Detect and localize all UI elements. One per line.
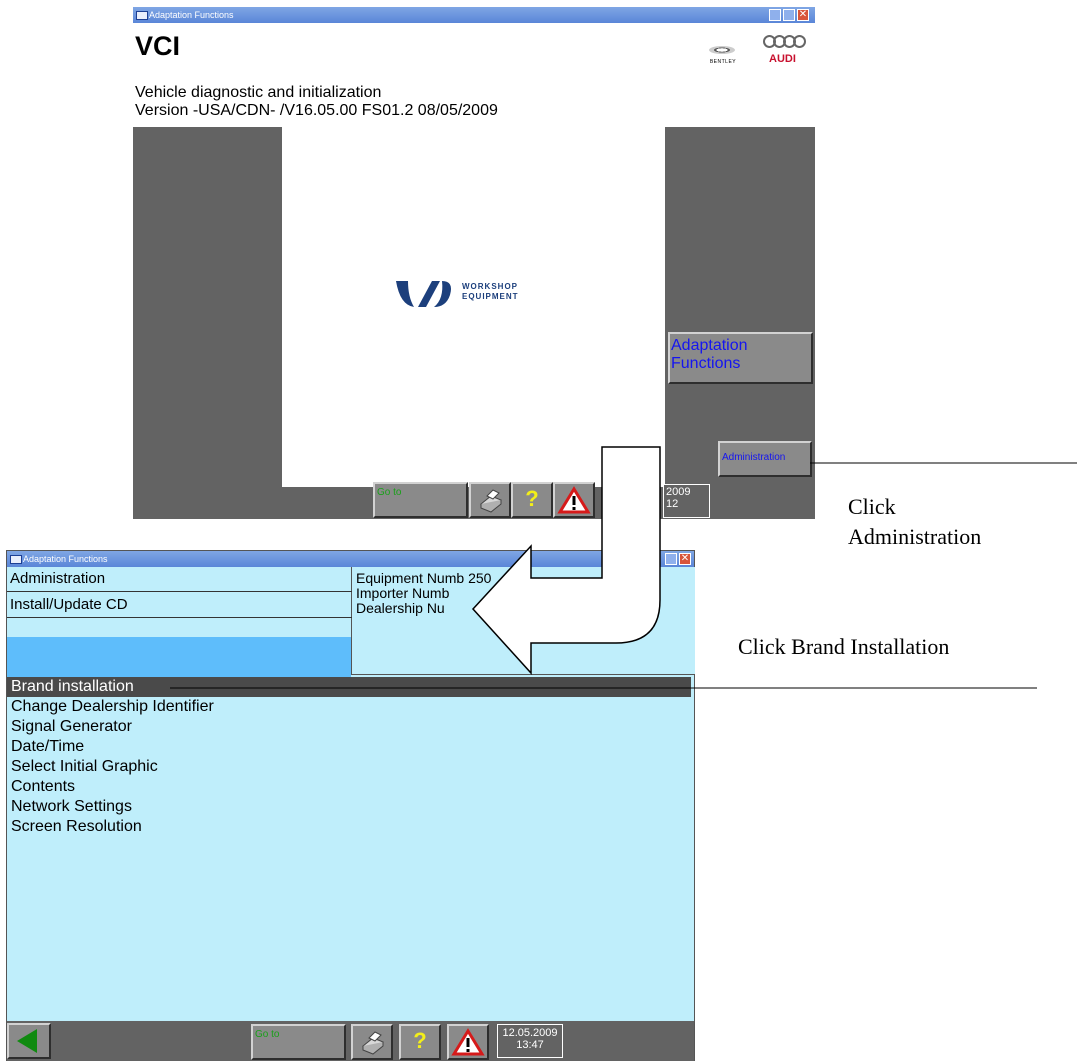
curved-arrow-icon — [471, 446, 661, 675]
annotation-line-2: Administration — [848, 524, 982, 549]
annotation-click-administration: Click Administration — [848, 492, 981, 552]
annotation-line-1: Click — [848, 494, 896, 519]
annotation-click-brand-installation: Click Brand Installation — [738, 634, 950, 659]
